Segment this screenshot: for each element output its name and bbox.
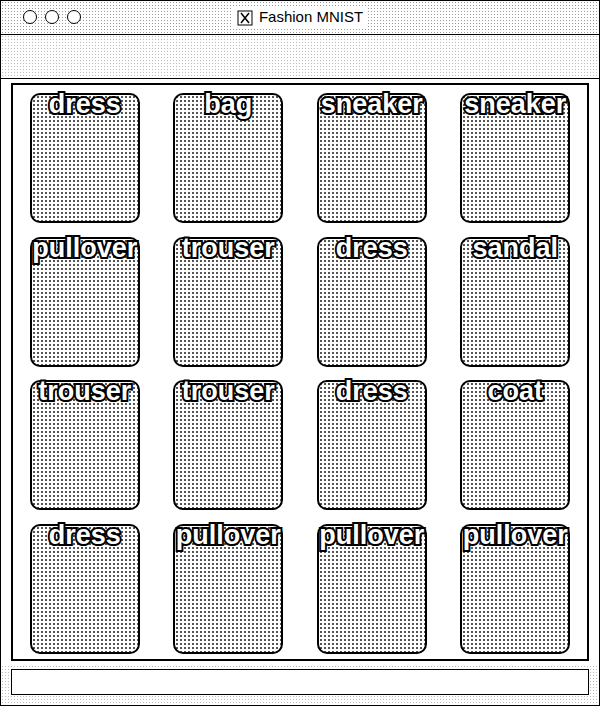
item-label: trouser (157, 374, 301, 408)
item-label: dress (300, 374, 444, 408)
item-label: trouser (157, 231, 301, 265)
item-label: pullover (157, 518, 301, 552)
grid-cell: bag (157, 85, 301, 229)
item-label: bag (157, 87, 301, 121)
grid-cell: trouser (13, 372, 157, 516)
grid-cell: pullover (13, 229, 157, 373)
status-field (11, 669, 589, 695)
item-label: dress (13, 518, 157, 552)
maximize-button[interactable] (67, 10, 81, 24)
grid-cell: sneaker (444, 85, 588, 229)
item-label: pullover (444, 518, 588, 552)
item-label: dress (13, 87, 157, 121)
grid-cell: dress (13, 85, 157, 229)
grid-cell: pullover (157, 516, 301, 660)
grid-cell: dress (300, 229, 444, 373)
item-label: sneaker (444, 87, 588, 121)
image-grid: dressbagsneakersneakerpullovertrouserdre… (11, 83, 589, 661)
item-label: dress (300, 231, 444, 265)
window-title: Fashion MNIST (259, 6, 363, 29)
item-label: trouser (13, 374, 157, 408)
close-button[interactable] (23, 10, 37, 24)
item-label: pullover (13, 231, 157, 265)
title-bar[interactable]: Fashion MNIST (1, 1, 599, 35)
window-controls (23, 10, 81, 24)
minimize-button[interactable] (45, 10, 59, 24)
item-label: sandal (444, 231, 588, 265)
grid-cell: sandal (444, 229, 588, 373)
item-label: coat (444, 374, 588, 408)
grid-cell: trouser (157, 229, 301, 373)
app-icon (237, 10, 253, 26)
toolbar (1, 35, 599, 79)
status-bar (1, 665, 599, 705)
grid-cell: trouser (157, 372, 301, 516)
item-label: pullover (300, 518, 444, 552)
grid-cell: dress (300, 372, 444, 516)
grid-cell: coat (444, 372, 588, 516)
grid-cell: dress (13, 516, 157, 660)
app-window: Fashion MNIST dressbagsneakersneakerpull… (0, 0, 600, 706)
grid-cell: sneaker (300, 85, 444, 229)
grid-cell: pullover (300, 516, 444, 660)
item-label: sneaker (300, 87, 444, 121)
grid-cell: pullover (444, 516, 588, 660)
